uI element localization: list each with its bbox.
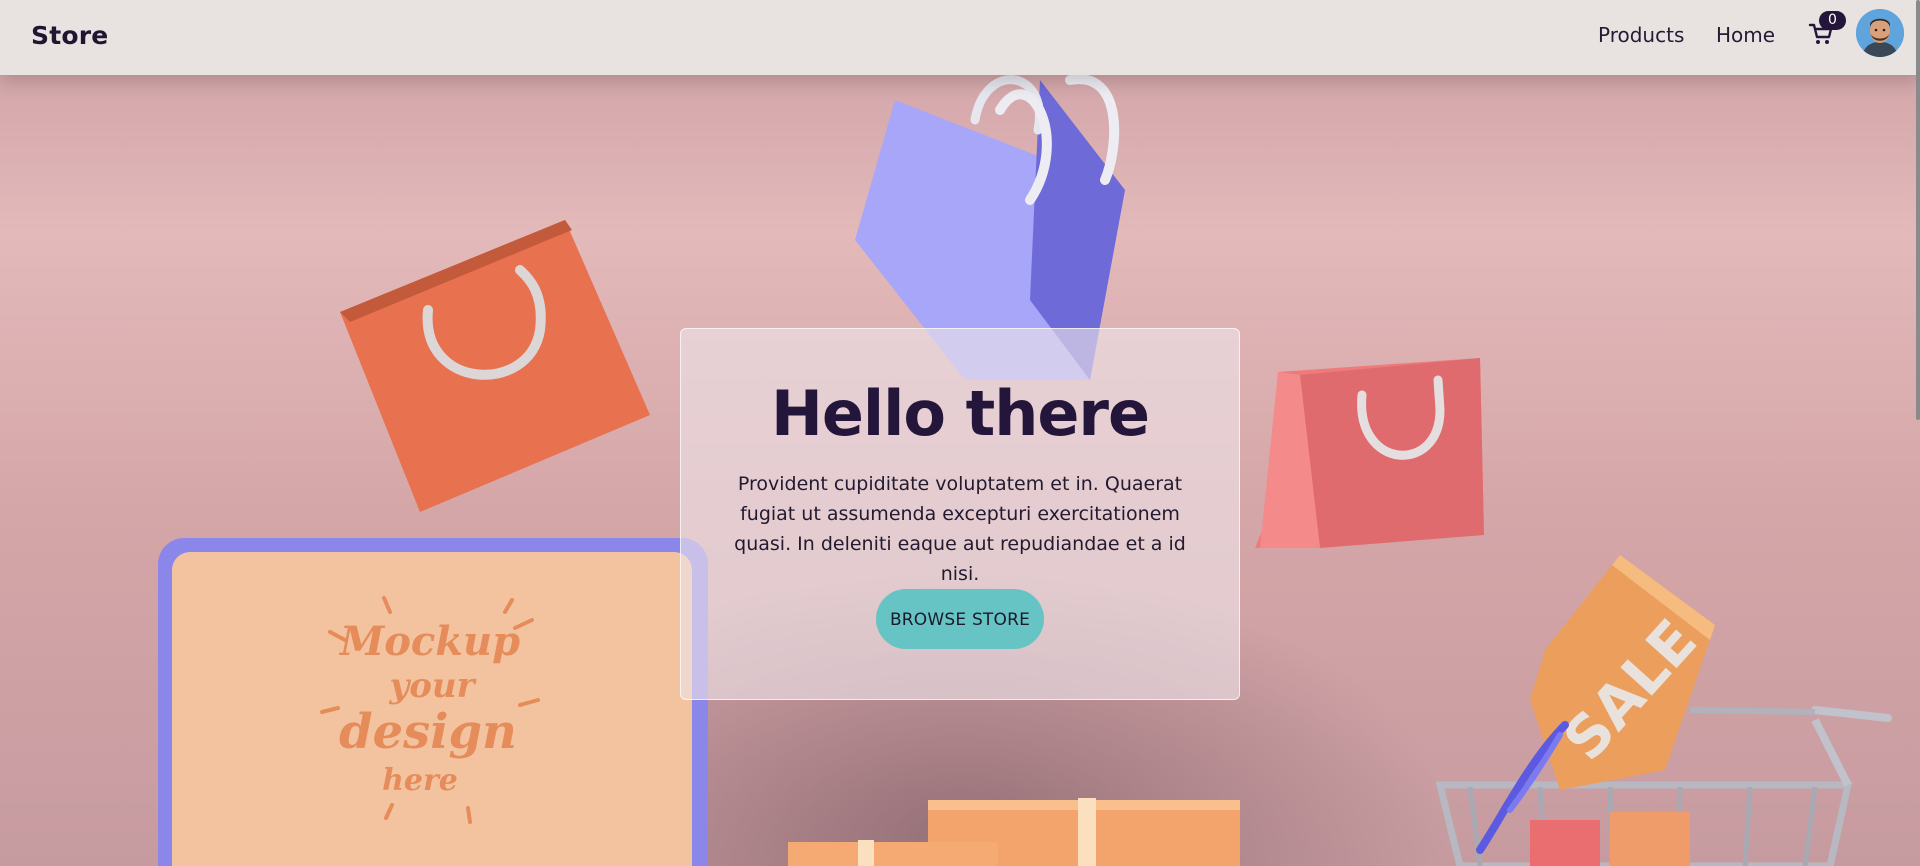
laptop-mockup: Mockup your design here	[158, 538, 708, 866]
hero-section: Mockup your design here SALE Hello there…	[0, 75, 1920, 866]
mockup-text-line-2: your	[388, 666, 476, 706]
browse-store-button[interactable]: BROWSE STORE	[876, 589, 1044, 649]
top-navbar: Store Products Home 0	[0, 0, 1920, 75]
gift-boxes	[788, 798, 1240, 866]
hero-title: Hello there	[770, 377, 1150, 450]
mockup-text-line-3: design	[339, 704, 517, 760]
page-scrollbar[interactable]	[1916, 0, 1920, 420]
nav-link-products[interactable]: Products	[1598, 23, 1684, 47]
hero-card: Hello there Provident cupiditate volupta…	[680, 328, 1240, 700]
brand-logo[interactable]: Store	[31, 21, 108, 50]
hero-description: Provident cupiditate voluptatem et in. Q…	[734, 473, 1186, 585]
cart-count-badge: 0	[1819, 11, 1846, 30]
nav-link-home[interactable]: Home	[1716, 23, 1775, 47]
mockup-text-line-4: here	[382, 763, 458, 798]
orange-shopping-bag	[340, 220, 650, 512]
pink-shopping-bag	[1255, 358, 1484, 548]
mockup-text-line-1: Mockup	[338, 618, 520, 665]
user-avatar-icon[interactable]	[1856, 9, 1904, 57]
shopping-cart-with-sale-tag: SALE	[1435, 555, 1892, 866]
